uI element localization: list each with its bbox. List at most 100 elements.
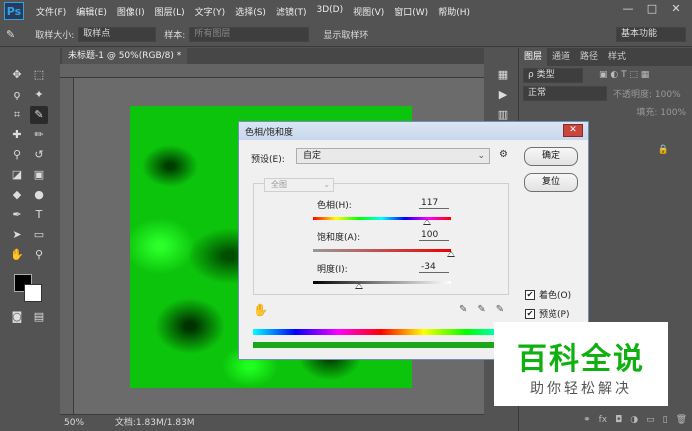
quick-mask-icon[interactable]: ◙ [8, 308, 26, 326]
adjustment-layer-icon[interactable]: ◑ [630, 415, 638, 425]
menu-window[interactable]: 窗口(W) [394, 5, 428, 18]
menu-view[interactable]: 视图(V) [353, 5, 384, 18]
history-panel-icon[interactable]: ▦ [494, 66, 512, 84]
move-tool-icon[interactable]: ✥ [8, 66, 26, 84]
sample-size-select[interactable]: 取样点 [78, 26, 157, 42]
close-window-button[interactable]: ✕ [664, 2, 688, 18]
watermark: 百科全说 助你轻松解决 [494, 322, 668, 406]
colorize-label: 着色(O) [539, 291, 572, 301]
layer-filter-row: ρ 类型 ▣ ◐ T ⬚ ▦ [519, 66, 692, 84]
magic-wand-icon[interactable]: ✦ [30, 86, 48, 104]
lightness-label: 明度(I): [317, 265, 348, 275]
menu-image[interactable]: 图像(I) [117, 5, 145, 18]
show-ring-checkbox[interactable]: 显示取样环 [323, 28, 368, 41]
fx-icon[interactable]: fx [599, 415, 608, 425]
eraser-tool-icon[interactable]: ◪ [8, 166, 26, 184]
menu-help[interactable]: 帮助(H) [438, 5, 470, 18]
saturation-value[interactable]: 100 [419, 230, 449, 241]
hue-value[interactable]: 117 [419, 198, 449, 209]
lightness-slider-thumb[interactable] [354, 283, 363, 289]
type-tool-icon[interactable]: T [30, 206, 48, 224]
doc-size: 文档:1.83M/1.83M [114, 418, 195, 428]
crop-tool-icon[interactable]: ⌗ [8, 106, 26, 124]
pen-tool-icon[interactable]: ✒ [8, 206, 26, 224]
ok-button[interactable]: 确定 [524, 147, 578, 166]
dodge-tool-icon[interactable]: ● [30, 186, 48, 204]
source-color-bar [253, 329, 509, 335]
preset-select[interactable]: 自定 ⌄ [296, 148, 490, 164]
zoom-level[interactable]: 50% [64, 418, 84, 428]
eyedropper-plus-icon[interactable]: ✎ [477, 304, 485, 315]
path-select-icon[interactable]: ➤ [8, 226, 26, 244]
saturation-label: 饱和度(A): [317, 233, 361, 243]
healing-brush-icon[interactable]: ✚ [8, 126, 26, 144]
marquee-tool-icon[interactable]: ⬚ [30, 66, 48, 84]
background-color-swatch[interactable] [24, 284, 42, 302]
hand-tool-icon[interactable]: ✋ [8, 246, 26, 264]
eyedropper-icon[interactable]: ✎ [459, 304, 467, 315]
blend-mode-select[interactable]: 正常 [523, 85, 607, 101]
menu-file[interactable]: 文件(F) [36, 5, 66, 18]
hand-icon[interactable]: ✋ [253, 303, 268, 317]
check-icon: ✔ [525, 289, 535, 300]
gradient-tool-icon[interactable]: ▣ [30, 166, 48, 184]
lightness-value[interactable]: -34 [419, 262, 449, 273]
saturation-slider[interactable] [313, 249, 455, 257]
watermark-logo-text: 百科全说 [517, 342, 645, 377]
eyedropper-tool-icon[interactable]: ✎ [6, 28, 15, 41]
preset-value: 自定 [303, 151, 322, 161]
preview-checkbox[interactable]: ✔ 预览(P) [525, 307, 569, 320]
brush-tool-icon[interactable]: ✏ [30, 126, 48, 144]
workspace-select[interactable]: 基本功能 [616, 26, 686, 42]
new-group-icon[interactable]: ▭ [646, 415, 655, 425]
menu-type[interactable]: 文字(Y) [195, 5, 226, 18]
saturation-slider-thumb[interactable] [447, 251, 455, 257]
blend-row: 正常 不透明度: 100% [519, 84, 692, 102]
history-brush-icon[interactable]: ↺ [30, 146, 48, 164]
add-mask-icon[interactable]: ◘ [615, 415, 622, 425]
gear-icon[interactable]: ⚙ [499, 149, 508, 160]
delete-layer-icon[interactable]: 🗑 [676, 415, 687, 425]
blur-tool-icon[interactable]: ◆ [8, 186, 26, 204]
tab-styles[interactable]: 样式 [603, 48, 631, 66]
link-layers-icon[interactable]: ⚭ [583, 415, 591, 425]
dialog-close-button[interactable]: ✕ [563, 124, 583, 137]
tab-layers[interactable]: 图层 [519, 48, 548, 66]
menu-select[interactable]: 选择(S) [235, 5, 266, 18]
sample-select[interactable]: 所有图层 [189, 26, 310, 42]
menu-layer[interactable]: 图层(L) [155, 5, 185, 18]
zoom-tool-icon[interactable]: ⚲ [30, 246, 48, 264]
reset-button[interactable]: 复位 [524, 173, 578, 192]
screen-mode-icon[interactable]: ▤ [30, 308, 48, 326]
maximize-button[interactable]: □ [640, 2, 664, 18]
eyedropper-minus-icon[interactable]: ✎ [496, 304, 504, 315]
menu-edit[interactable]: 编辑(E) [76, 5, 107, 18]
document-tabbar: 未标题-1 @ 50%(RGB/8) * [60, 48, 484, 64]
fill-label[interactable]: 填充: 100% [636, 105, 686, 118]
preset-label: 预设(E): [251, 155, 285, 165]
actions-play-icon[interactable]: ▶ [494, 86, 512, 104]
layer-kind-select[interactable]: ρ 类型 [523, 67, 583, 83]
colorize-checkbox[interactable]: ✔ 着色(O) [525, 288, 571, 301]
tab-paths[interactable]: 路径 [575, 48, 603, 66]
lightness-slider[interactable] [313, 281, 451, 289]
channel-select[interactable]: 全图 ⌄ [264, 178, 334, 192]
opacity-label[interactable]: 不透明度: 100% [613, 87, 681, 100]
eyedropper-tool-icon[interactable]: ✎ [30, 106, 48, 124]
layers-panel-footer: ⚭ fx ◘ ◑ ▭ ▯ 🗑 [519, 409, 692, 431]
tab-channels[interactable]: 通道 [547, 48, 575, 66]
menu-filter[interactable]: 滤镜(T) [276, 5, 307, 18]
shape-tool-icon[interactable]: ▭ [30, 226, 48, 244]
ruler-horizontal [60, 64, 484, 78]
adjust-group [253, 183, 509, 295]
clone-stamp-icon[interactable]: ⚲ [8, 146, 26, 164]
hue-slider[interactable] [313, 217, 451, 225]
minimize-button[interactable]: — [616, 2, 640, 18]
preview-label: 预览(P) [539, 310, 570, 320]
filter-icons: ▣ ◐ T ⬚ ▦ [599, 70, 650, 80]
new-layer-icon[interactable]: ▯ [663, 415, 668, 425]
hue-slider-thumb[interactable] [422, 219, 431, 225]
document-tab[interactable]: 未标题-1 @ 50%(RGB/8) * [62, 48, 188, 64]
menu-3d[interactable]: 3D(D) [316, 5, 343, 18]
lasso-tool-icon[interactable]: ϙ [8, 86, 26, 104]
